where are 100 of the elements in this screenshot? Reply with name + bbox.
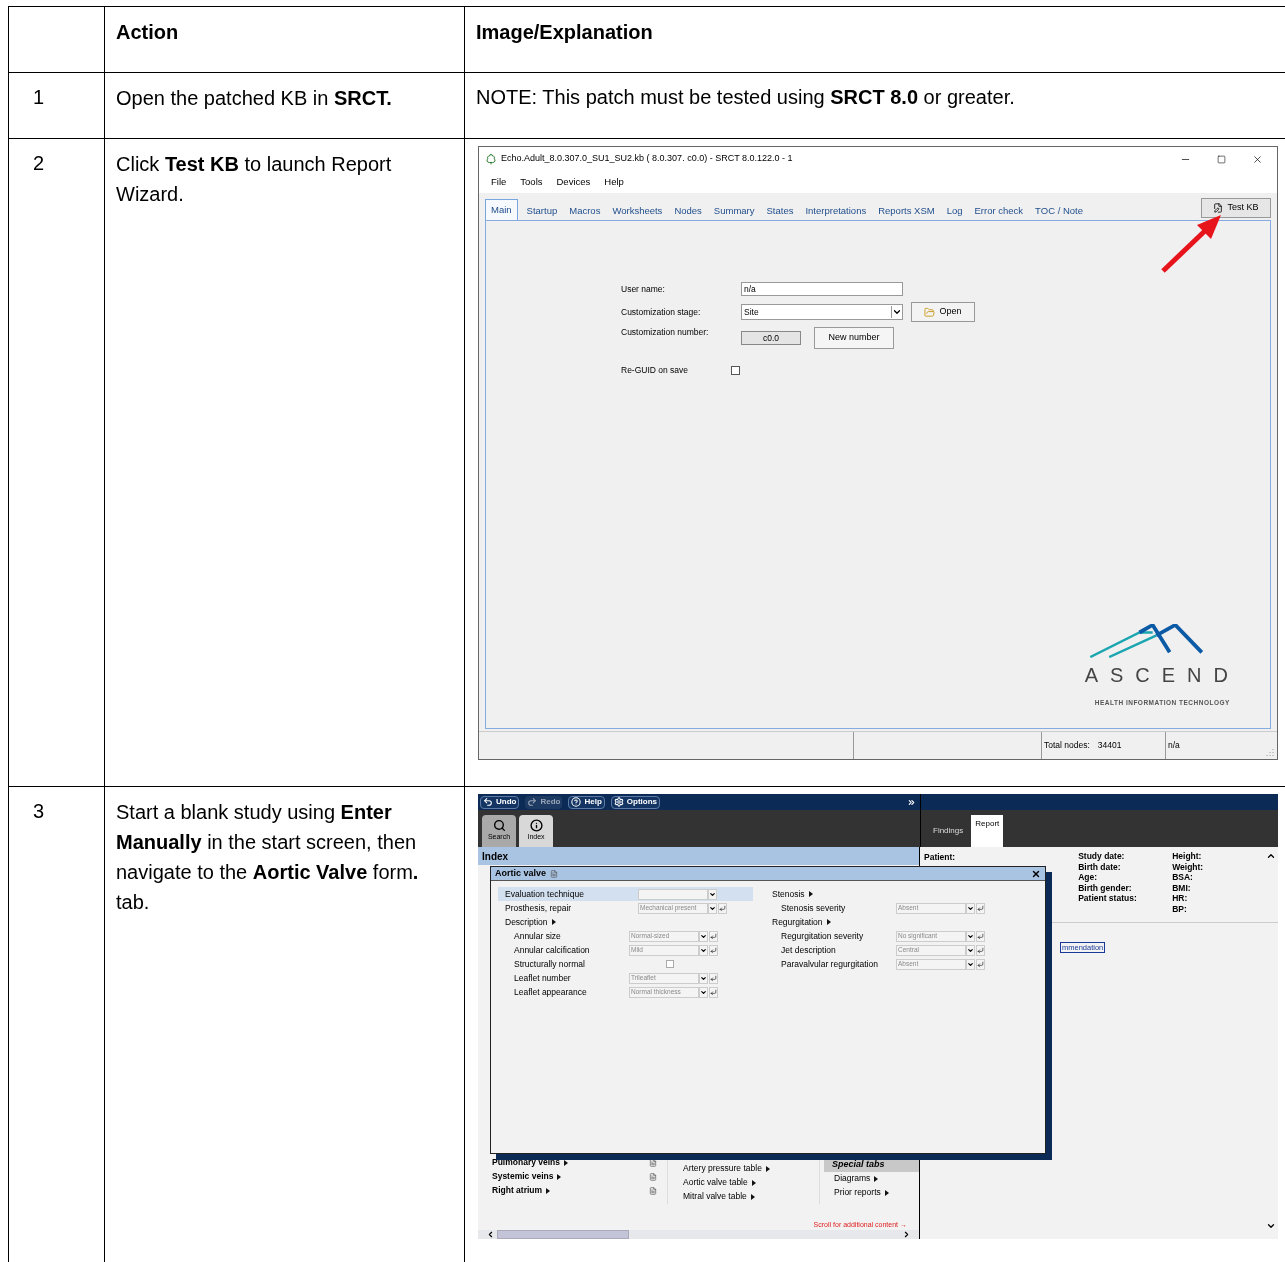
test-kb-button[interactable]: Test KB — [1201, 198, 1271, 218]
tab[interactable]: Interpretations — [799, 202, 873, 220]
tab[interactable]: Summary — [707, 202, 761, 220]
dropdown-icon[interactable] — [699, 972, 708, 984]
dropdown-icon[interactable] — [966, 944, 975, 956]
toolbar-button[interactable]: Undo — [480, 795, 520, 809]
field-label: Leaflet appearance — [513, 985, 588, 999]
open-button[interactable]: Open — [911, 302, 975, 322]
field-label: Annular size — [513, 929, 562, 943]
enter-icon[interactable] — [976, 930, 985, 942]
index-link[interactable]: Mitral valve table — [683, 1190, 747, 1203]
form-row[interactable]: Structurally normal — [498, 957, 753, 971]
step-number: 3 — [33, 800, 45, 822]
tab[interactable]: Macros — [563, 202, 607, 220]
field-label: User name: — [621, 282, 666, 296]
index-link[interactable]: Prior reports — [834, 1186, 881, 1199]
index-title: Index — [482, 849, 509, 864]
stage-dropdown[interactable]: Site — [741, 304, 903, 320]
index-link[interactable]: Artery pressure table — [683, 1162, 762, 1175]
dropdown-icon[interactable] — [966, 902, 975, 914]
scroll-up-icon[interactable] — [1266, 851, 1276, 861]
dropdown-icon[interactable] — [708, 888, 717, 900]
dialog-title: Aortic valve — [495, 866, 547, 880]
new-number-button[interactable]: New number — [814, 327, 894, 349]
close-icon[interactable] — [1252, 153, 1263, 165]
tab[interactable]: Startup — [520, 202, 564, 220]
form-row[interactable]: Evaluation technique — [498, 887, 753, 901]
index-link[interactable]: Diagrams — [834, 1172, 871, 1185]
patient-field-label: Birth gender: — [1078, 882, 1133, 893]
section-row[interactable]: Stenosis — [765, 887, 985, 901]
note-text: NOTE: This patch must be tested using SRCT 8.0 or greater. — [476, 86, 1015, 108]
menu-item[interactable]: Tools — [520, 174, 543, 190]
scroll-right-icon[interactable] — [902, 1230, 911, 1239]
close-icon[interactable] — [1031, 868, 1041, 879]
index-group[interactable]: Right atrium — [492, 1184, 543, 1197]
section-row[interactable]: Regurgitation — [765, 915, 985, 929]
field-label: Stenosis severity — [780, 901, 847, 915]
toolbar-button[interactable]: Help — [568, 795, 605, 809]
number-field: c0.0 — [741, 331, 801, 345]
checkbox[interactable] — [731, 365, 740, 375]
tab[interactable]: TOC / Note — [1029, 202, 1089, 220]
window-title: Echo.Adult_8.0.307.0_SU1_SU2.kb ( 8.0.307. c0.0) - SRCT 8.0.122.0 - 1 — [501, 152, 793, 166]
section-row[interactable]: Description — [498, 915, 753, 929]
scroll-left-icon[interactable] — [486, 1230, 495, 1239]
patient-field-label: HR: — [1172, 893, 1189, 904]
field-label: Structurally normal — [513, 957, 586, 971]
enter-icon[interactable] — [709, 972, 718, 984]
search-icon — [492, 819, 506, 833]
field-label: Prosthesis, repair — [505, 901, 573, 915]
enter-icon[interactable] — [709, 930, 718, 942]
index-link[interactable]: Aortic valve table — [683, 1176, 748, 1189]
enter-icon[interactable] — [709, 944, 718, 956]
dropdown-icon[interactable] — [966, 958, 975, 970]
maximize-icon[interactable] — [1217, 154, 1226, 164]
enter-icon[interactable] — [976, 944, 985, 956]
dropdown-field[interactable] — [638, 888, 708, 900]
action-text: Open the patched KB in SRCT. — [116, 86, 393, 111]
report-tab[interactable]: Findings — [929, 815, 968, 847]
dropdown-icon[interactable] — [699, 986, 708, 998]
dropdown-icon[interactable] — [699, 930, 708, 942]
field-label: Leaflet number — [513, 971, 572, 985]
caret-icon — [826, 919, 831, 925]
report-tab[interactable]: Report — [971, 815, 1004, 847]
enter-icon[interactable] — [976, 902, 985, 914]
enter-icon[interactable] — [976, 958, 985, 970]
enter-icon[interactable] — [709, 986, 718, 998]
caret-icon — [808, 891, 813, 897]
status-label: Total nodes: — [1044, 739, 1090, 752]
tab[interactable]: Main — [485, 199, 518, 220]
patient-field-label: Height: — [1172, 851, 1203, 862]
patient-label: Patient: — [924, 851, 956, 864]
field-label: Evaluation technique — [505, 887, 585, 901]
folder-icon — [924, 306, 936, 318]
scroll-down-icon[interactable] — [1266, 1221, 1276, 1231]
checkbox[interactable] — [666, 960, 674, 968]
scrollbar-thumb[interactable] — [497, 1230, 629, 1239]
document-icon[interactable] — [649, 1158, 657, 1167]
user-name-field[interactable]: n/a — [741, 282, 903, 296]
index-group[interactable]: Systemic veins — [492, 1170, 554, 1183]
dropdown-icon[interactable] — [708, 902, 717, 914]
double-chevron-icon[interactable] — [907, 797, 916, 807]
tab[interactable]: Log — [940, 202, 969, 220]
tab[interactable]: Nodes — [668, 202, 708, 220]
patient-field-label: Weight: — [1172, 861, 1204, 872]
tab[interactable]: States — [760, 202, 800, 220]
menu-item[interactable]: File — [491, 174, 507, 190]
menu-item[interactable]: Devices — [556, 174, 591, 190]
dropdown-icon[interactable] — [699, 944, 708, 956]
menu-item[interactable]: Help — [604, 174, 624, 190]
dropdown-icon[interactable] — [966, 930, 975, 942]
index-group[interactable]: Pulmonary veins — [492, 1156, 561, 1169]
tab[interactable]: Reports XSM — [872, 202, 941, 220]
edit-document-icon — [1213, 203, 1224, 213]
step-number: 1 — [33, 86, 45, 108]
section-label: Regurgitation — [772, 915, 823, 929]
patient-field-label: BSA: — [1172, 872, 1194, 883]
toolbar-button[interactable]: Options — [610, 795, 660, 809]
enter-icon[interactable] — [718, 902, 727, 914]
tab[interactable]: Error check — [968, 202, 1030, 220]
tab[interactable]: Worksheets — [606, 202, 669, 220]
